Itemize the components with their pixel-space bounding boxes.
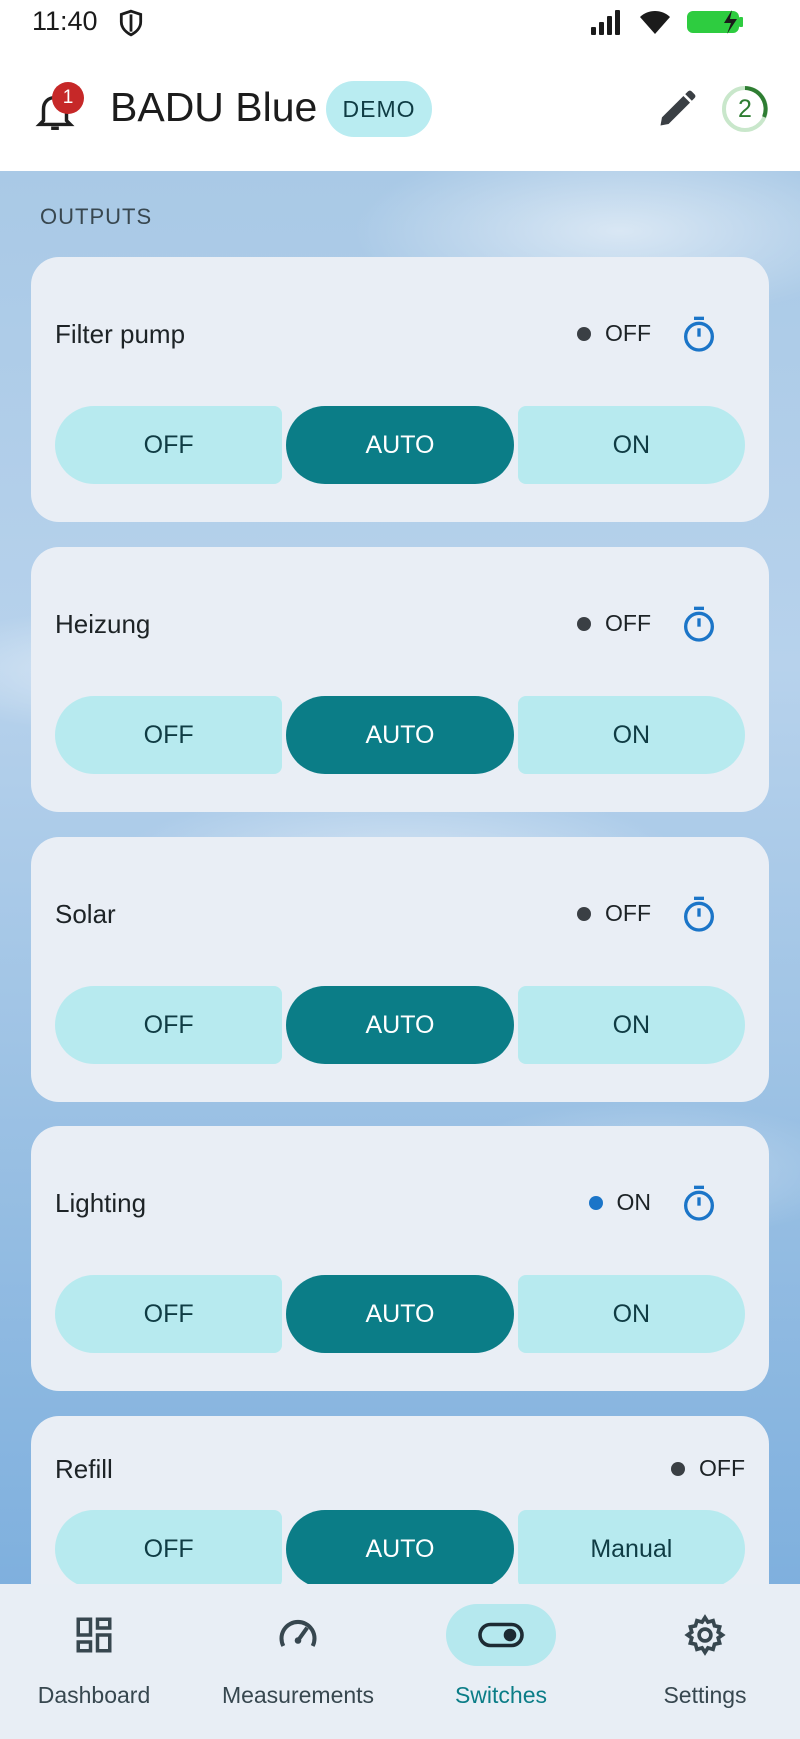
nav-label: Measurements [221, 1682, 375, 1708]
battery-charging-icon [687, 10, 743, 34]
app-header: 1 BADU Blue DEMO 2 [0, 44, 800, 171]
output-state: OFF [577, 610, 651, 637]
state-label: ON [616, 1189, 652, 1215]
mode-manual-button[interactable]: Manual [517, 1510, 745, 1584]
toggle-icon [478, 1622, 524, 1648]
app-title: BADU Blue [110, 84, 318, 130]
output-name: Lighting [55, 1188, 147, 1218]
mode-selector: OFF AUTO ON [55, 1275, 745, 1353]
output-state: OFF [577, 900, 651, 927]
state-dot-icon [577, 616, 591, 631]
state-label: OFF [699, 1455, 745, 1481]
output-name: Solar [55, 899, 116, 929]
status-time: 11:40 [32, 6, 98, 36]
mode-selector: OFF AUTO Manual [55, 1510, 745, 1584]
output-card-refill: Refill OFF OFF AUTO Manual [31, 1416, 769, 1584]
shield-icon [119, 9, 143, 37]
output-card-lighting: Lighting ON OFF AUTO ON [31, 1126, 769, 1391]
state-dot-icon [577, 906, 591, 921]
state-label: OFF [605, 900, 651, 926]
mode-off-button[interactable]: OFF [55, 696, 283, 774]
nav-label: Dashboard [37, 1682, 151, 1708]
mode-auto-button[interactable]: AUTO [286, 986, 514, 1064]
output-card-heizung: Heizung OFF OFF AUTO ON [31, 547, 769, 812]
demo-chip: DEMO [326, 81, 432, 137]
outputs-screen[interactable]: OUTPUTS Filter pump OFF OFF AUTO ON Heiz… [0, 171, 800, 1584]
nav-label: Settings [663, 1682, 747, 1708]
output-state: OFF [577, 320, 651, 347]
speedometer-icon [279, 1619, 317, 1647]
nav-label: Switches [454, 1682, 548, 1708]
notification-badge: 1 [52, 82, 84, 114]
dashboard-icon [76, 1617, 112, 1653]
section-title: OUTPUTS [40, 204, 153, 229]
bottom-navigation: Dashboard Measurements Switches Settings [0, 1584, 800, 1739]
mode-auto-button[interactable]: AUTO [286, 406, 514, 484]
mode-off-button[interactable]: OFF [55, 406, 283, 484]
state-dot-icon [671, 1461, 685, 1476]
state-dot-icon [577, 326, 591, 341]
timer-icon[interactable] [679, 315, 719, 355]
edit-pencil-icon[interactable] [655, 87, 699, 131]
output-name: Refill [55, 1454, 113, 1484]
mode-auto-button[interactable]: AUTO [286, 696, 514, 774]
state-label: OFF [605, 610, 651, 636]
timer-icon[interactable] [679, 1184, 719, 1224]
nav-item-dashboard[interactable]: Dashboard [0, 1604, 189, 1724]
gear-icon [684, 1614, 726, 1656]
output-name: Heizung [55, 609, 151, 639]
nav-item-switches[interactable]: Switches [406, 1604, 596, 1724]
mode-auto-button[interactable]: AUTO [286, 1275, 514, 1353]
status-icons [590, 8, 750, 36]
cellular-signal-icon [591, 10, 620, 35]
mode-off-button[interactable]: OFF [55, 986, 283, 1064]
timer-icon[interactable] [679, 605, 719, 645]
output-state: OFF [671, 1455, 745, 1482]
mode-selector: OFF AUTO ON [55, 406, 745, 484]
mode-on-button[interactable]: ON [517, 986, 745, 1064]
mode-selector: OFF AUTO ON [55, 696, 745, 774]
mode-selector: OFF AUTO ON [55, 986, 745, 1064]
output-card-filter-pump: Filter pump OFF OFF AUTO ON [31, 257, 769, 522]
state-label: OFF [605, 320, 651, 346]
state-dot-icon [588, 1195, 603, 1210]
output-name: Filter pump [55, 319, 186, 349]
mode-off-button[interactable]: OFF [55, 1275, 283, 1353]
nav-item-settings[interactable]: Settings [610, 1604, 800, 1724]
mode-on-button[interactable]: ON [517, 696, 745, 774]
counter-value: 2 [738, 95, 752, 123]
output-card-solar: Solar OFF OFF AUTO ON [31, 837, 769, 1102]
mode-on-button[interactable]: ON [517, 406, 745, 484]
wifi-icon [640, 11, 670, 34]
mode-on-button[interactable]: ON [517, 1275, 745, 1353]
status-bar: 11:40 [0, 0, 800, 44]
timer-icon[interactable] [679, 895, 719, 935]
mode-auto-button[interactable]: AUTO [286, 1510, 514, 1584]
nav-item-measurements[interactable]: Measurements [203, 1604, 393, 1724]
output-state: ON [588, 1189, 652, 1216]
mode-off-button[interactable]: OFF [55, 1510, 283, 1584]
